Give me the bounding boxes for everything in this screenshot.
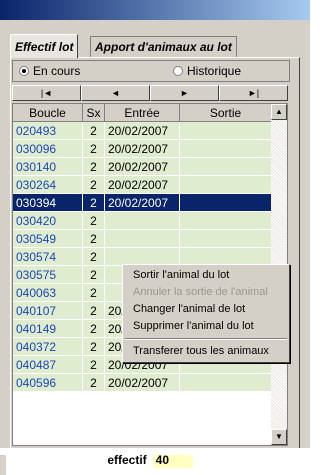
table-row[interactable]: 020493 2 20/02/2007: [13, 122, 272, 140]
cell-boucle: 040487: [13, 356, 83, 374]
cell-sx: 2: [83, 176, 105, 194]
cell-sortie: [180, 374, 272, 392]
cell-sx: 2: [83, 158, 105, 176]
cell-sx: 2: [83, 230, 105, 248]
cell-sx: 2: [83, 302, 105, 320]
cell-entree: [105, 230, 180, 248]
cell-entree: 20/02/2007: [105, 140, 180, 158]
status-filter: En cours Historique: [12, 60, 290, 82]
bottom-border: [0, 448, 310, 455]
radio-en-cours-label: En cours: [33, 64, 81, 78]
left-edge: [0, 20, 6, 475]
scroll-down-icon[interactable]: ▼: [271, 429, 287, 445]
cell-sortie: [180, 176, 272, 194]
nav-first-button[interactable]: |◄: [12, 85, 81, 101]
menu-item[interactable]: Changer l'animal de lot: [123, 301, 289, 318]
table-row[interactable]: 030264 2 20/02/2007: [13, 176, 272, 194]
menu-item[interactable]: Transferer tous les animaux: [123, 343, 289, 360]
effectif-label: effectif: [107, 453, 147, 467]
nav-prev-button[interactable]: ◄: [81, 85, 150, 101]
table-row[interactable]: 030096 2 20/02/2007: [13, 140, 272, 158]
cell-sortie: [180, 140, 272, 158]
cell-sx: 2: [83, 266, 105, 284]
radio-dot-icon: [19, 66, 29, 76]
tab-effectif-lot[interactable]: Effectif lot: [10, 34, 79, 58]
cell-boucle: 030394: [13, 194, 83, 212]
cell-boucle: 030420: [13, 212, 83, 230]
col-sortie[interactable]: Sortie: [180, 104, 272, 122]
table-row[interactable]: 030140 2 20/02/2007: [13, 158, 272, 176]
radio-en-cours[interactable]: En cours: [19, 64, 80, 78]
table-row[interactable]: 030549 2: [13, 230, 272, 248]
cell-boucle: 040596: [13, 374, 83, 392]
cell-sx: 2: [83, 284, 105, 302]
context-menu: Sortir l'animal du lot Annuler la sortie …: [122, 264, 290, 363]
table-row[interactable]: 030394 2 20/02/2007: [13, 194, 272, 212]
table-header: Boucle Sx Entrée Sortie: [13, 104, 272, 122]
cell-sortie: [180, 194, 272, 212]
menu-separator: [125, 338, 287, 340]
menu-item[interactable]: Supprimer l'animal du lot: [123, 318, 289, 335]
record-navigator: |◄ ◄ ► ►|: [12, 85, 288, 101]
cell-sx: 2: [83, 194, 105, 212]
cell-sx: 2: [83, 122, 105, 140]
nav-last-button[interactable]: ►|: [219, 85, 288, 101]
nav-next-button[interactable]: ►: [150, 85, 219, 101]
cell-entree: 20/02/2007: [105, 122, 180, 140]
cell-sortie: [180, 122, 272, 140]
table-row[interactable]: 040596 2 20/02/2007: [13, 374, 272, 392]
cell-entree: 20/02/2007: [105, 374, 180, 392]
cell-sx: 2: [83, 248, 105, 266]
cell-boucle: 030140: [13, 158, 83, 176]
cell-sx: 2: [83, 212, 105, 230]
menu-item[interactable]: Sortir l'animal du lot: [123, 267, 289, 284]
cell-sortie: [180, 158, 272, 176]
cell-boucle: 040107: [13, 302, 83, 320]
cell-sx: 2: [83, 356, 105, 374]
main-panel: Effectif lot Apport d'animaux au lot En …: [0, 20, 310, 475]
cell-boucle: 030549: [13, 230, 83, 248]
cell-entree: [105, 212, 180, 230]
cell-entree: 20/02/2007: [105, 176, 180, 194]
cell-boucle: 020493: [13, 122, 83, 140]
cell-boucle: 030264: [13, 176, 83, 194]
cell-sx: 2: [83, 374, 105, 392]
window-title-bar: [0, 0, 310, 20]
col-entree[interactable]: Entrée: [105, 104, 180, 122]
cell-boucle: 040372: [13, 338, 83, 356]
table-row[interactable]: 030420 2: [13, 212, 272, 230]
radio-dot-icon: [173, 66, 183, 76]
cell-sx: 2: [83, 140, 105, 158]
tab-apport-animaux[interactable]: Apport d'animaux au lot: [90, 36, 237, 57]
cell-sx: 2: [83, 320, 105, 338]
cell-sortie: [180, 212, 272, 230]
radio-historique-label: Historique: [187, 64, 242, 78]
radio-historique[interactable]: Historique: [173, 64, 241, 78]
cell-sx: 2: [83, 338, 105, 356]
cell-boucle: 030575: [13, 266, 83, 284]
cell-boucle: 040149: [13, 320, 83, 338]
cell-boucle: 030096: [13, 140, 83, 158]
col-boucle[interactable]: Boucle: [13, 104, 83, 122]
cell-boucle: 040063: [13, 284, 83, 302]
cell-entree: 20/02/2007: [105, 158, 180, 176]
col-sx[interactable]: Sx: [83, 104, 105, 122]
cell-sortie: [180, 230, 272, 248]
menu-item: Annuler la sortie de l'animal: [133, 286, 268, 298]
scroll-up-icon[interactable]: ▲: [271, 104, 287, 120]
cell-entree: 20/02/2007: [105, 194, 180, 212]
cell-boucle: 030574: [13, 248, 83, 266]
